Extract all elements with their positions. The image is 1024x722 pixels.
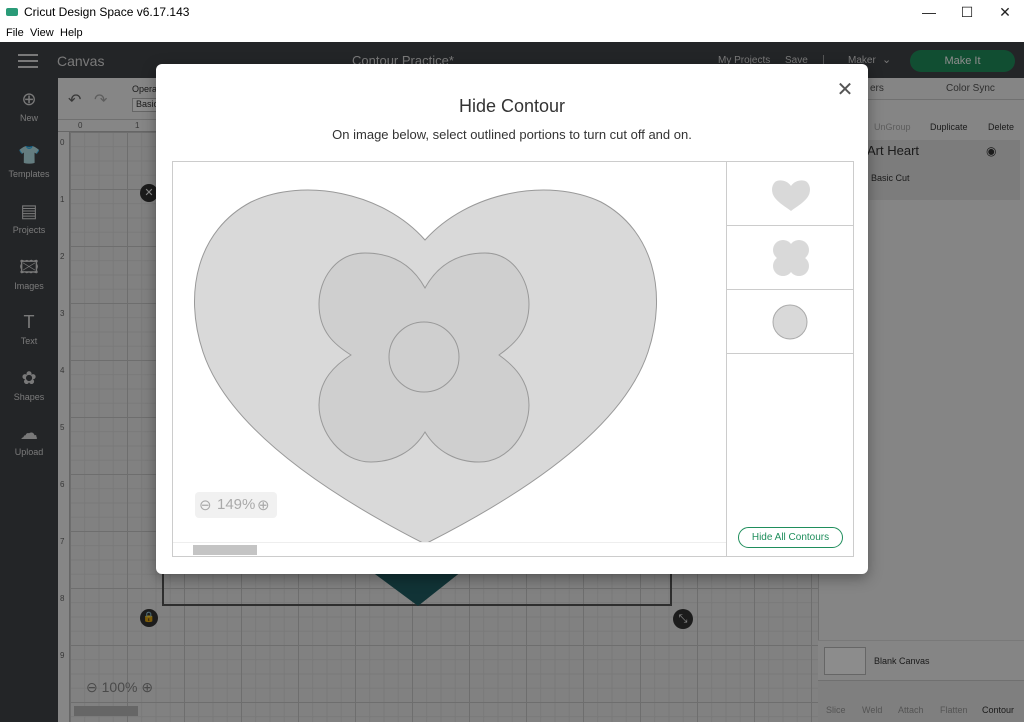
contour-image: [193, 189, 658, 542]
thumb-heart[interactable]: [727, 162, 853, 226]
close-icon[interactable]: ✕: [836, 80, 854, 100]
hide-all-contours-button[interactable]: Hide All Contours: [738, 527, 843, 548]
minimize-button[interactable]: —: [912, 0, 946, 24]
title-bar: Cricut Design Space v6.17.143 — ☐ ✕: [0, 0, 1024, 24]
heart-icon: [772, 180, 810, 211]
zoom-out-icon[interactable]: ⊖: [199, 496, 212, 514]
menu-file[interactable]: File: [6, 27, 24, 39]
circle-icon: [772, 304, 808, 340]
dialog-title: Hide Contour: [458, 96, 566, 116]
hide-contour-dialog: Hide Contour On image below, select outl…: [156, 64, 868, 574]
circle-contour[interactable]: [388, 321, 460, 393]
thumb-flower[interactable]: [727, 226, 853, 290]
menu-view[interactable]: View: [30, 27, 54, 39]
flower-icon: [773, 240, 809, 276]
hscroll-thumb[interactable]: [193, 545, 257, 555]
contour-thumbnails: [726, 161, 854, 557]
close-window-button[interactable]: ✕: [988, 0, 1022, 24]
zoom-value: 149%: [217, 496, 256, 513]
thumb-circle[interactable]: [727, 290, 853, 354]
menu-help[interactable]: Help: [60, 27, 83, 39]
preview-zoom-control: ⊖ 149% ⊕: [195, 492, 277, 518]
window-title: Cricut Design Space v6.17.143: [24, 5, 190, 19]
app-icon: [6, 8, 18, 16]
dialog-subtitle: On image below, select outlined portions…: [332, 127, 692, 142]
maximize-button[interactable]: ☐: [950, 0, 984, 24]
preview-hscroll[interactable]: [173, 542, 726, 556]
menu-bar: File View Help: [0, 24, 1024, 42]
zoom-in-icon[interactable]: ⊕: [257, 496, 270, 514]
